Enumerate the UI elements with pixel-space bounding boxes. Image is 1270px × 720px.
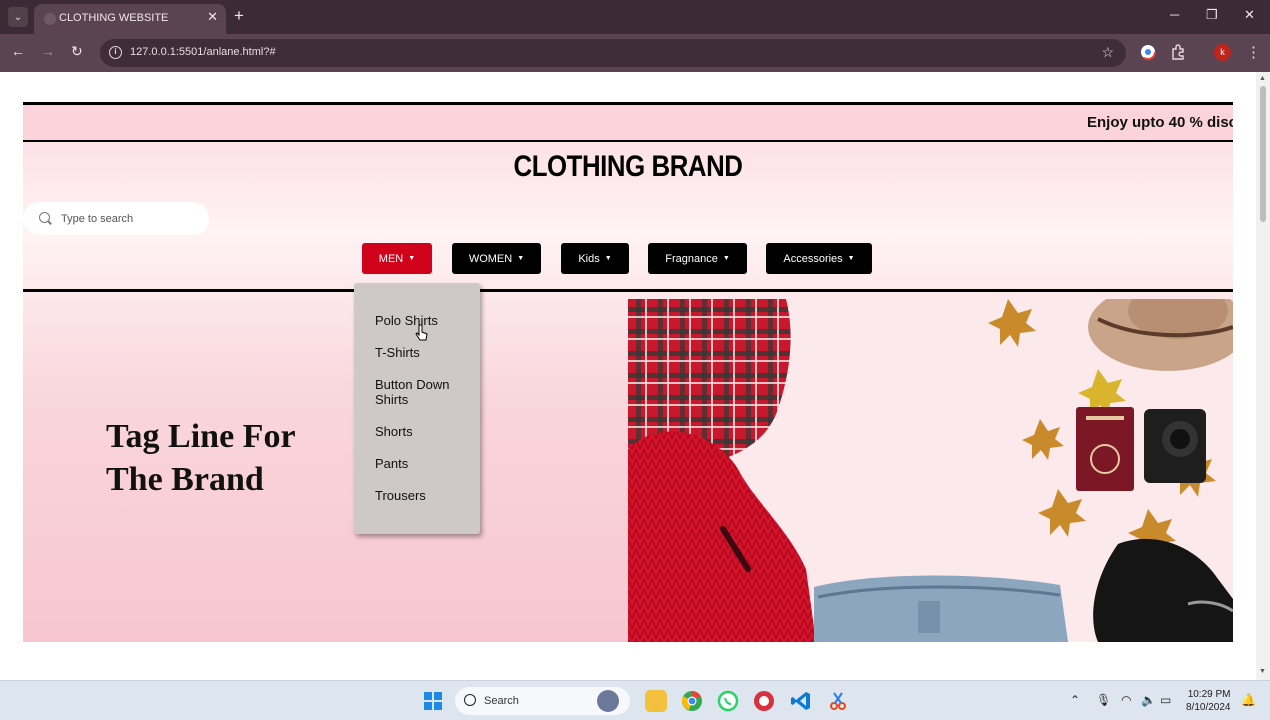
url-text[interactable]: 127.0.0.1:5501/anlane.html?# — [130, 46, 276, 58]
browser-tab-strip: ⌄ CLOTHING WEBSITE ✕ + ─ ❐ ✕ — [0, 0, 1270, 34]
close-tab-icon[interactable]: ✕ — [207, 9, 218, 25]
browser-tab[interactable]: CLOTHING WEBSITE ✕ — [34, 4, 226, 34]
nav-fragrance-label: Fragnance — [665, 252, 718, 265]
nav-kids-button[interactable]: Kids ▼ — [561, 243, 629, 274]
nav-women-button[interactable]: WOMEN ▼ — [452, 243, 541, 274]
tagline-line-2: The Brand — [106, 461, 264, 498]
dropdown-item-pants[interactable]: Pants — [375, 456, 475, 471]
tab-favicon-icon — [44, 13, 56, 25]
restore-icon[interactable]: ❐ — [1206, 7, 1218, 23]
windows-start-icon[interactable] — [424, 692, 442, 710]
extensions-puzzle-icon[interactable] — [1170, 44, 1186, 60]
caret-down-icon: ▼ — [408, 255, 416, 262]
chrome-app-icon[interactable] — [681, 690, 703, 712]
nav-accessories-button[interactable]: Accessories ▼ — [766, 243, 872, 274]
clock-date: 8/10/2024 — [1186, 702, 1231, 713]
search-icon — [39, 212, 50, 223]
minimize-icon[interactable]: ─ — [1170, 7, 1179, 22]
taskbar-search-label: Search — [484, 695, 519, 707]
search-input[interactable] — [61, 208, 201, 229]
taskbar-clock[interactable]: 10:29 PM 8/10/2024 — [1186, 688, 1231, 714]
reload-icon[interactable]: ↻ — [71, 43, 83, 60]
hero-clothing-image — [628, 299, 1233, 642]
search-icon — [464, 694, 476, 706]
notification-bell-icon[interactable]: 🔔 — [1241, 693, 1256, 707]
page-viewport: Enjoy upto 40 % disc CLOTHING BRAND MEN ▼… — [0, 72, 1256, 680]
nav-fragrance-button[interactable]: Fragnance ▼ — [648, 243, 747, 274]
nav-women-label: WOMEN — [468, 252, 513, 265]
address-bar[interactable]: i 127.0.0.1:5501/anlane.html?# ☆ — [100, 39, 1126, 67]
clock-time: 10:29 PM — [1187, 689, 1231, 700]
windows-taskbar: Search ⌃ 🎙 ◠ 🔈 ▭ 10:29 PM 8/10/2024 🔔 — [0, 680, 1270, 720]
dropdown-item-shorts[interactable]: Shorts — [375, 424, 475, 439]
caret-down-icon: ▼ — [847, 255, 855, 262]
dropdown-item-trousers[interactable]: Trousers — [375, 488, 475, 503]
dropdown-item-button-down-shirts[interactable]: Button Down Shirts — [375, 377, 475, 407]
caret-down-icon: ▼ — [604, 255, 612, 262]
more-menu-icon[interactable]: ⋮ — [1246, 43, 1261, 61]
snipping-tool-icon[interactable] — [827, 690, 849, 712]
promo-text: Enjoy upto 40 % disc — [1087, 114, 1233, 131]
forward-icon[interactable]: → — [41, 43, 55, 59]
devtools-app-icon[interactable] — [753, 690, 775, 712]
dropdown-item-t-shirts[interactable]: T-Shirts — [375, 345, 475, 360]
vscode-icon[interactable] — [790, 690, 812, 712]
tab-title: CLOTHING WEBSITE — [59, 12, 169, 24]
scroll-thumb[interactable] — [1260, 86, 1266, 222]
wifi-icon[interactable]: ◠ — [1121, 693, 1131, 707]
microphone-icon[interactable]: 🎙 — [1096, 693, 1111, 707]
brand-tagline: Tag Line For The Brand — [106, 415, 296, 501]
nav-men-button[interactable]: MEN ▼ — [362, 243, 432, 274]
caret-down-icon: ▼ — [517, 255, 525, 262]
nav-kids-label: Kids — [578, 252, 600, 265]
scroll-down-icon[interactable]: ▼ — [1259, 668, 1266, 675]
tray-chevron-icon[interactable]: ⌃ — [1070, 693, 1080, 707]
site-info-icon[interactable]: i — [109, 46, 122, 59]
close-window-icon[interactable]: ✕ — [1244, 7, 1255, 23]
promo-marquee: Enjoy upto 40 % disc — [23, 102, 1233, 142]
brand-logo[interactable]: CLOTHING BRAND — [108, 150, 1149, 184]
back-icon[interactable]: ← — [11, 43, 25, 59]
tab-search-button[interactable]: ⌄ — [8, 7, 28, 27]
browser-toolbar: ← → ↻ i 127.0.0.1:5501/anlane.html?# ☆ k… — [0, 34, 1270, 72]
site-hero: Enjoy upto 40 % disc CLOTHING BRAND MEN ▼… — [23, 102, 1233, 642]
pointer-cursor-icon — [415, 324, 428, 341]
battery-icon[interactable]: ▭ — [1160, 693, 1171, 707]
tagline-line-1: Tag Line For — [106, 418, 296, 455]
file-explorer-icon[interactable] — [645, 690, 667, 712]
search-box[interactable] — [23, 202, 209, 235]
caret-down-icon: ▼ — [722, 255, 730, 262]
nav-accessories-label: Accessories — [783, 252, 843, 265]
whatsapp-icon[interactable] — [717, 690, 739, 712]
scroll-up-icon[interactable]: ▲ — [1259, 75, 1266, 82]
bookmark-star-icon[interactable]: ☆ — [1101, 44, 1114, 61]
volume-icon[interactable]: 🔈 — [1141, 693, 1156, 707]
chrome-extension-icon[interactable] — [1140, 44, 1156, 60]
widgets-icon[interactable] — [597, 690, 619, 712]
men-dropdown-menu: Polo Shirts T-Shirts Button Down Shirts … — [354, 283, 480, 534]
profile-avatar[interactable]: k — [1214, 44, 1231, 61]
new-tab-icon[interactable]: + — [234, 6, 244, 26]
nav-divider — [23, 289, 1233, 292]
page-scrollbar[interactable]: ▲ ▼ — [1256, 72, 1270, 680]
nav-men-label: MEN — [378, 252, 404, 265]
